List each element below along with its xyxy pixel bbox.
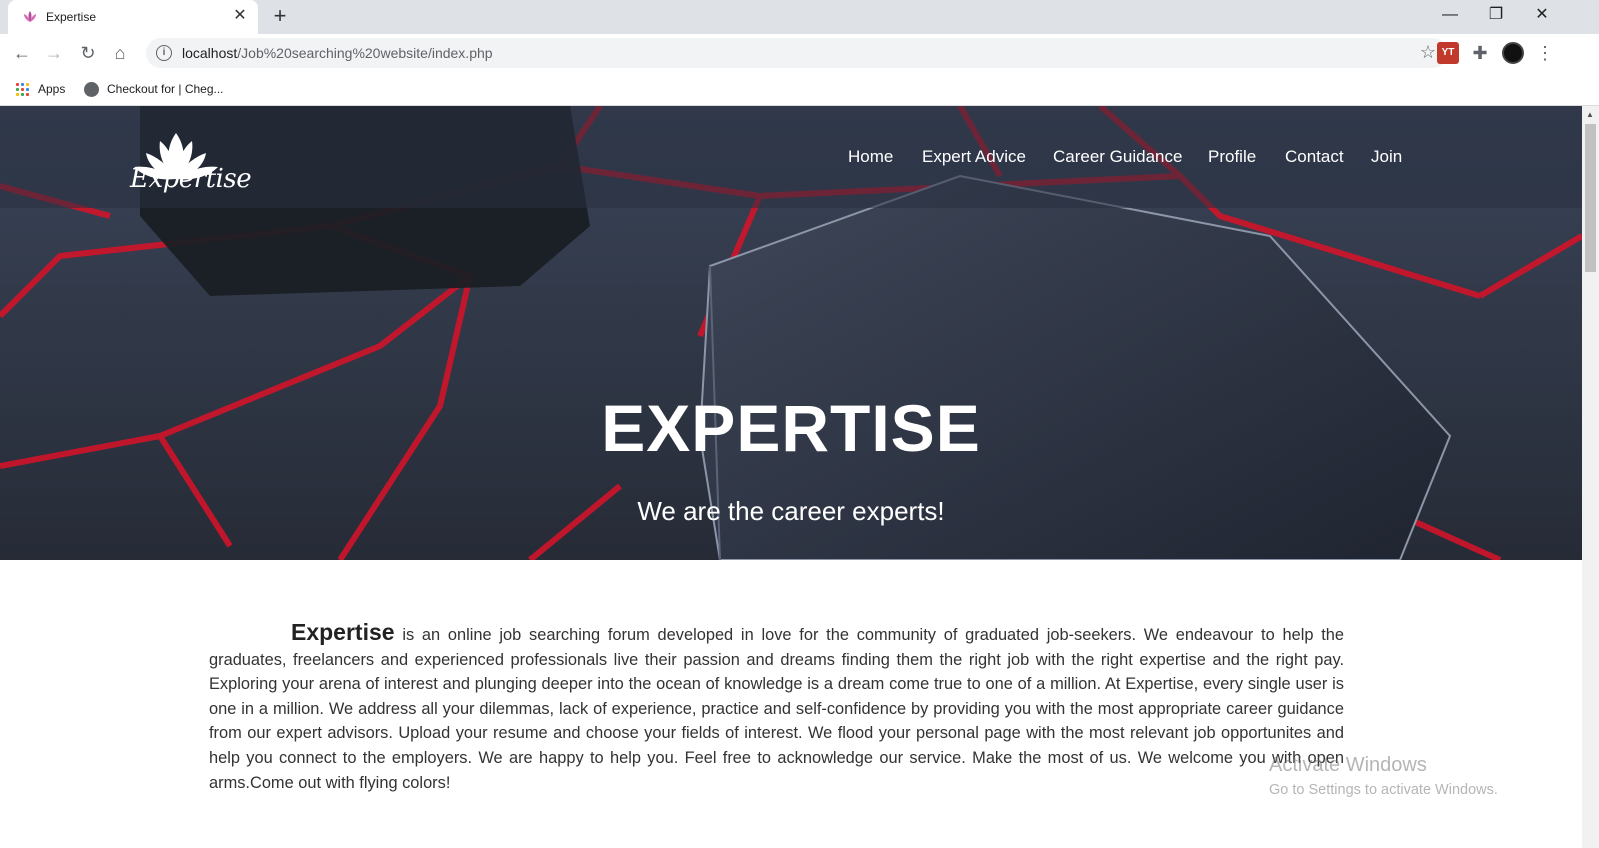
- scroll-up-icon[interactable]: ▲: [1586, 110, 1594, 119]
- browser-tab[interactable]: Expertise ✕: [8, 0, 258, 34]
- about-brand: Expertise: [291, 619, 395, 645]
- logo-text[interactable]: Expertise: [130, 164, 252, 194]
- back-icon[interactable]: ←: [10, 41, 34, 65]
- home-icon[interactable]: ⌂: [108, 41, 132, 65]
- site-navbar: Expertise Home Expert Advice Career Guid…: [0, 106, 1582, 208]
- about-text: is an online job searching forum develop…: [209, 626, 1344, 792]
- nav-contact[interactable]: Contact: [1285, 147, 1344, 167]
- nav-join[interactable]: Join: [1371, 147, 1402, 167]
- lotus-favicon-icon: [24, 11, 36, 22]
- minimize-icon[interactable]: —: [1427, 0, 1473, 32]
- bookmarks-bar: Apps Checkout for | Cheg...: [0, 72, 1599, 106]
- nav-home[interactable]: Home: [848, 147, 893, 167]
- activate-windows-hint: Go to Settings to activate Windows.: [1269, 782, 1498, 798]
- new-tab-icon[interactable]: +: [268, 5, 292, 29]
- scroll-thumb[interactable]: [1585, 124, 1596, 272]
- bookmark-star-icon[interactable]: ☆: [1420, 42, 1436, 63]
- bookmark-chegg[interactable]: Checkout for | Cheg...: [107, 79, 224, 99]
- window-close-icon[interactable]: ✕: [1519, 0, 1565, 32]
- hero-section: Expertise Home Expert Advice Career Guid…: [0, 106, 1582, 560]
- menu-kebab-icon[interactable]: ⋮: [1534, 42, 1556, 64]
- address-bar[interactable]: i localhost/Job%20searching%20website/in…: [146, 38, 1448, 68]
- hero-title: EXPERTISE: [601, 391, 981, 465]
- globe-icon: [84, 82, 99, 97]
- about-paragraph: Expertise is an online job searching for…: [209, 620, 1344, 795]
- profile-avatar[interactable]: [1502, 42, 1524, 64]
- reload-icon[interactable]: ↻: [76, 41, 100, 65]
- browser-toolbar: ← → ↻ ⌂ i localhost/Job%20searching%20we…: [0, 34, 1599, 72]
- nav-expert-advice[interactable]: Expert Advice: [922, 147, 1026, 167]
- forward-icon[interactable]: →: [42, 41, 66, 65]
- close-tab-icon[interactable]: ✕: [230, 6, 250, 26]
- url-text: localhost/Job%20searching%20website/inde…: [182, 45, 493, 61]
- tab-strip: Expertise ✕ + — ❐ ✕: [0, 0, 1599, 34]
- page-viewport: Expertise Home Expert Advice Career Guid…: [0, 106, 1582, 848]
- apps-grid-icon: [16, 83, 30, 97]
- nav-career-guidance[interactable]: Career Guidance: [1053, 147, 1182, 167]
- extension-ytf-icon[interactable]: YT: [1437, 42, 1459, 64]
- extensions-puzzle-icon[interactable]: ✚: [1469, 42, 1491, 64]
- tab-title: Expertise: [46, 10, 97, 24]
- hero-subtitle: We are the career experts!: [637, 496, 945, 526]
- bookmark-apps[interactable]: Apps: [38, 79, 65, 99]
- page-scrollbar[interactable]: ▲: [1582, 106, 1599, 848]
- restore-icon[interactable]: ❐: [1473, 0, 1519, 32]
- info-icon[interactable]: i: [156, 45, 172, 61]
- nav-profile[interactable]: Profile: [1208, 147, 1256, 167]
- activate-windows-title: Activate Windows: [1269, 754, 1427, 776]
